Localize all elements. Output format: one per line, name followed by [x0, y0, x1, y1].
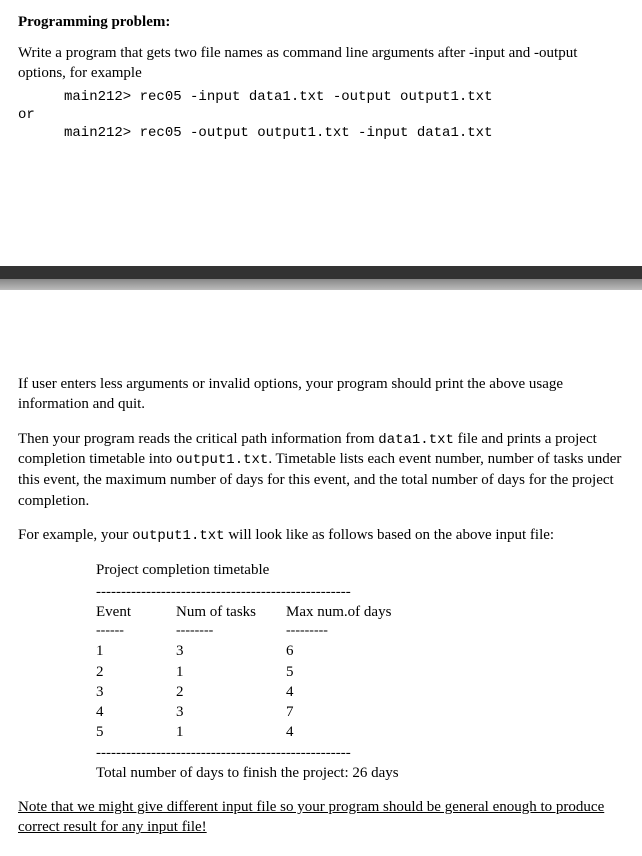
cell-days: 7 [286, 702, 406, 722]
cell-tasks: 3 [176, 641, 286, 661]
table-row: 2 1 5 [96, 662, 624, 682]
cell-event: 3 [96, 682, 176, 702]
page-break-bar [0, 266, 642, 290]
table-title: Project completion timetable [96, 560, 624, 580]
cell-event: 4 [96, 702, 176, 722]
problem-heading: Programming problem: [18, 14, 624, 31]
section-bottom: If user enters less arguments or invalid… [0, 360, 642, 856]
table-row: 5 1 4 [96, 722, 624, 742]
sub-dash-event: ------ [96, 622, 176, 641]
cell-tasks: 3 [176, 702, 286, 722]
cell-tasks: 1 [176, 722, 286, 742]
code-example-2: main212> rec05 -output output1.txt -inpu… [64, 124, 624, 142]
usage-paragraph: If user enters less arguments or invalid… [18, 374, 624, 415]
sub-dash-tasks: -------- [176, 622, 286, 641]
sub-dash-days: --------- [286, 622, 406, 641]
cell-days: 4 [286, 682, 406, 702]
example-text-a: For example, your [18, 527, 132, 543]
final-note: Note that we might give different input … [18, 797, 624, 838]
cell-days: 6 [286, 641, 406, 661]
table-row: 1 3 6 [96, 641, 624, 661]
header-days: Max num.of days [286, 602, 406, 622]
example-filename: output1.txt [132, 528, 224, 544]
example-text-b: will look like as follows based on the a… [225, 527, 555, 543]
table-divider-top: ----------------------------------------… [96, 582, 624, 602]
table-sub-divider: ------ -------- --------- [96, 622, 624, 641]
output-table: Project completion timetable -----------… [96, 560, 624, 783]
header-event: Event [96, 602, 176, 622]
section-top: Programming problem: Write a program tha… [0, 0, 642, 156]
header-tasks: Num of tasks [176, 602, 286, 622]
cell-event: 2 [96, 662, 176, 682]
table-row: 4 3 7 [96, 702, 624, 722]
desc-text-a: Then your program reads the critical pat… [18, 431, 378, 447]
cell-tasks: 2 [176, 682, 286, 702]
description-paragraph: Then your program reads the critical pat… [18, 429, 624, 511]
total-line: Total number of days to finish the proje… [96, 763, 624, 783]
input-filename: data1.txt [378, 432, 454, 448]
output-filename: output1.txt [176, 452, 268, 468]
table-divider-bottom: ----------------------------------------… [96, 743, 624, 763]
cell-event: 5 [96, 722, 176, 742]
table-header-row: Event Num of tasks Max num.of days [96, 602, 624, 622]
code-example-1: main212> rec05 -input data1.txt -output … [64, 88, 624, 106]
intro-paragraph: Write a program that gets two file names… [18, 43, 624, 84]
table-row: 3 2 4 [96, 682, 624, 702]
cell-event: 1 [96, 641, 176, 661]
example-intro-paragraph: For example, your output1.txt will look … [18, 525, 624, 546]
cell-tasks: 1 [176, 662, 286, 682]
or-separator: or [18, 106, 624, 124]
cell-days: 5 [286, 662, 406, 682]
cell-days: 4 [286, 722, 406, 742]
